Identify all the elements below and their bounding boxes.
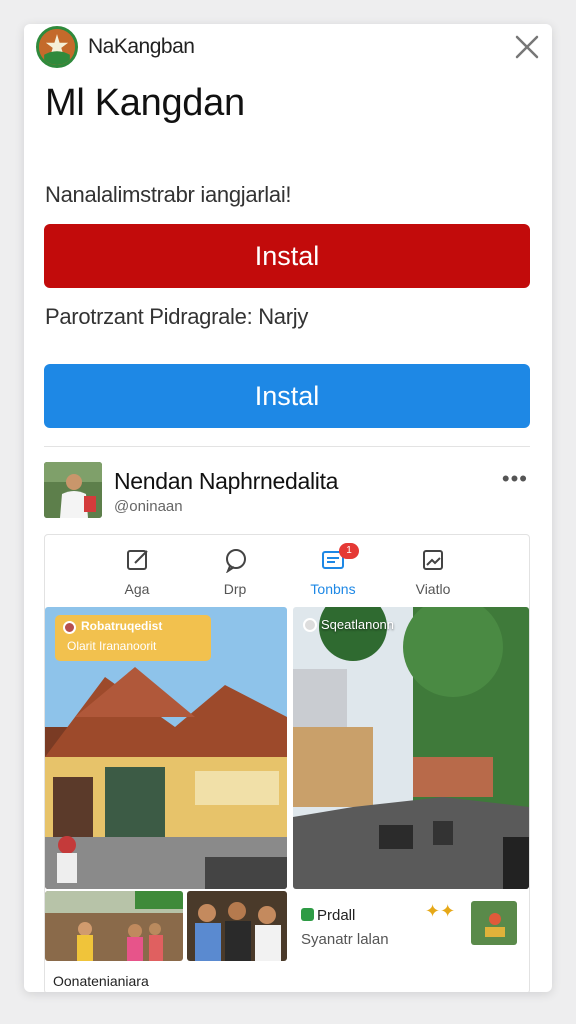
edit-icon <box>127 550 148 570</box>
dialog-header: NaKangban <box>24 24 552 70</box>
avatar <box>303 618 317 632</box>
tab-aga[interactable]: Aga <box>107 543 167 601</box>
tab-drp[interactable]: Drp <box>205 543 265 601</box>
app-logo <box>36 26 78 68</box>
notification-badge: 1 <box>339 543 359 559</box>
app-name: NaKangban <box>88 35 195 58</box>
feed-caption: Oonatenianiara <box>53 973 149 989</box>
promo-card[interactable]: Prdall Syanatr lalan ✦✦ <box>293 891 529 989</box>
profile-avatar[interactable] <box>44 462 102 518</box>
install-button-secondary[interactable]: Instal <box>44 364 530 428</box>
promo-icon <box>301 908 314 921</box>
photo-people[interactable] <box>187 891 287 961</box>
photo-shop[interactable] <box>45 891 183 961</box>
profile-handle: @oninaan <box>114 498 183 515</box>
install-button-primary-label: Instal <box>254 240 320 271</box>
promo-title-label: Prdall <box>317 907 356 924</box>
app-subtitle: Parotrzant Pidragrale: Narjy <box>45 304 309 329</box>
tab-tonbns-label: Tonbns <box>310 581 356 597</box>
photo1-subtitle: Olarit Irananoorit <box>67 639 157 653</box>
install-dialog: NaKangban Ml Kangdan Nanalalimstrabr ian… <box>24 24 552 992</box>
tab-aga-label: Aga <box>124 581 150 597</box>
photo2-tag-label: Sqeatlanonn <box>321 617 395 632</box>
image-icon <box>423 550 443 570</box>
tab-tonbns[interactable]: 1 Tonbns <box>303 543 363 601</box>
photo-market-building[interactable]: Robatruqedist Olarit Irananoorit <box>45 607 287 889</box>
photo2-tag: Sqeatlanonn <box>303 617 394 632</box>
app-title: Ml Kangdan <box>45 82 245 124</box>
divider <box>44 446 530 447</box>
tab-viatlo[interactable]: Viatlo <box>403 543 463 601</box>
promo-title: Prdall <box>301 907 355 924</box>
promo-subtitle: Syanatr lalan <box>301 931 389 948</box>
chat-icon <box>226 549 246 573</box>
sparkle-icon: ✦✦ <box>425 901 456 921</box>
profile-name: Nendan Naphrnedalita <box>114 468 339 494</box>
close-icon[interactable] <box>512 32 542 62</box>
promo-thumbnail <box>471 901 517 945</box>
app-description: Nanalalimstrabr iangjarlai! <box>45 182 292 207</box>
tab-viatlo-label: Viatlo <box>415 581 451 597</box>
feed-preview: Aga Drp 1 Tonbns Viatlo Robatruqedist Ol… <box>44 534 530 992</box>
photo1-overlay: Robatruqedist Olarit Irananoorit <box>55 615 211 661</box>
install-button-primary[interactable]: Instal <box>44 224 530 288</box>
tab-bar: Aga Drp 1 Tonbns Viatlo <box>45 535 529 605</box>
install-button-secondary-label: Instal <box>254 380 320 411</box>
avatar <box>63 621 76 634</box>
photo-street[interactable]: Sqeatlanonn <box>293 607 529 889</box>
more-options-icon[interactable]: ••• <box>502 466 528 492</box>
photo1-title: Robatruqedist <box>81 619 163 633</box>
tab-drp-label: Drp <box>223 581 247 597</box>
